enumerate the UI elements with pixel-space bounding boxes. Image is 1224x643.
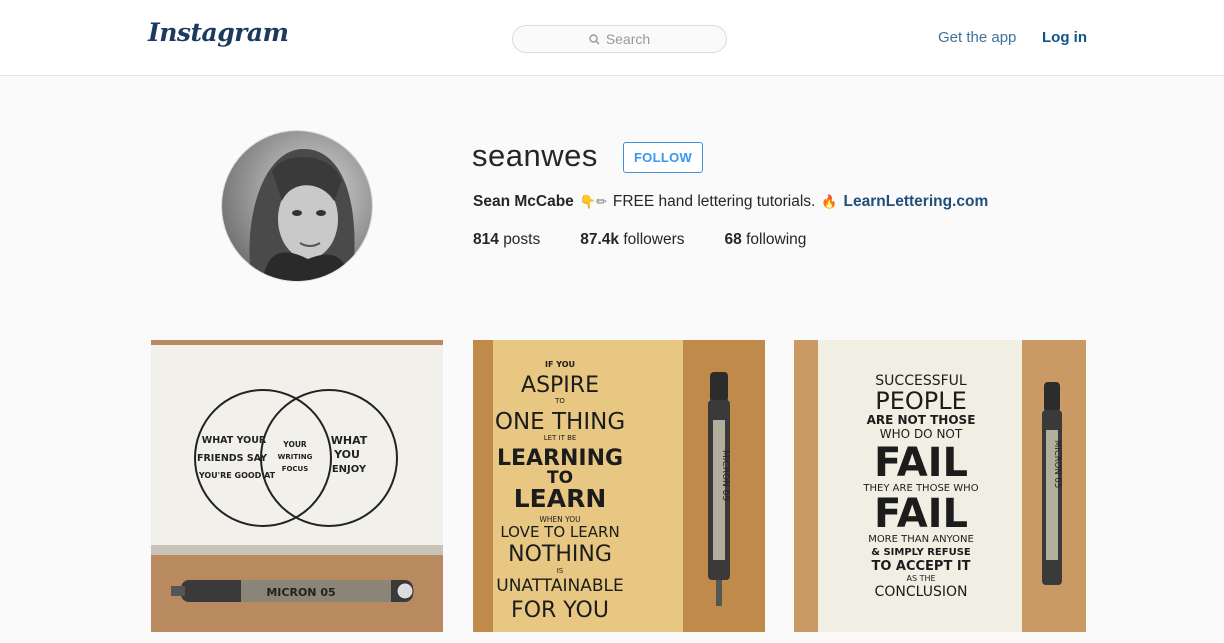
venn-left-line-2: FRIENDS SAY [197,453,267,464]
poster-line-4: ONE THING [495,409,625,435]
profile-bio: Sean McCabe 👇✏ FREE hand lettering tutor… [473,193,988,211]
top-navigation-bar: Instagram Search Get the app Log in [0,0,1224,76]
poster-line-11: AS THE [906,574,935,583]
pen-icon: MICRON 05 [171,580,414,602]
stat-followers-count: 87.4k [580,231,620,248]
bio-text: FREE hand lettering tutorials. [612,193,816,210]
search-placeholder-group: Search [513,26,726,52]
pen-label: MICRON 05 [266,586,335,599]
profile-stats: 814 posts 87.4k followers 68 following [473,231,846,249]
stat-posts-count: 814 [473,231,499,248]
poster-line-5: LET IT BE [544,434,577,442]
post-thumbnail-successful[interactable]: SUCCESSFUL PEOPLE ARE NOT THOSE WHO DO N… [794,340,1086,632]
stat-posts-label: posts [503,231,541,248]
venn-left-line-1: WHAT YOUR [202,435,267,446]
venn-center-line-2: WRITING [278,453,313,461]
bio-fire-emoji: 🔥 [821,194,838,209]
poster-line-1: IF YOU [545,360,575,369]
poster-line-13: UNATTAINABLE [496,576,623,596]
profile-username: seanwes [472,138,598,173]
stat-followers[interactable]: 87.4k followers [580,231,684,249]
poster-line-9: & SIMPLY REFUSE [871,547,971,558]
search-input[interactable]: Search [512,25,727,53]
stat-following-count: 68 [724,231,742,248]
profile-full-name: Sean McCabe [473,193,574,210]
poster-line-4: WHO DO NOT [880,427,963,441]
poster-line-12: CONCLUSION [875,584,968,600]
post-thumbnail-venn[interactable]: WHAT YOUR FRIENDS SAY YOU'RE GOOD AT YOU… [151,340,443,632]
poster-line-2: ASPIRE [521,373,599,398]
poster-line-14: FOR YOU [511,598,609,623]
poster-line-3: ARE NOT THOSE [867,413,976,427]
stat-following[interactable]: 68 following [725,231,807,249]
bio-website-link[interactable]: LearnLettering.com [844,193,989,211]
poster-line-10: TO ACCEPT IT [871,559,970,574]
stat-following-label: following [746,231,807,248]
pen-icon: MICRON 05 [708,372,730,606]
poster-line-12: IS [557,567,564,575]
follow-button[interactable]: FOLLOW [623,142,703,173]
profile-avatar [221,130,373,282]
bio-emojis: 👇✏ [579,194,607,209]
poster-line-11: NOTHING [508,542,612,567]
log-in-link[interactable]: Log in [1042,29,1087,46]
venn-center-line-1: YOUR [282,440,307,449]
poster-line-7: FAIL [874,491,968,537]
venn-center-line-3: FOCUS [282,465,309,473]
stat-followers-label: followers [623,231,685,248]
poster-line-8: LEARN [514,484,607,513]
post-thumbnail-aspire[interactable]: IF YOU ASPIRE TO ONE THING LET IT BE LEA… [473,340,765,632]
poster-line-2: PEOPLE [875,387,967,415]
venn-right-line-2: YOU [333,448,360,461]
venn-right-line-3: ENJOY [332,464,367,475]
instagram-logo[interactable]: Instagram [148,18,289,47]
search-icon [589,33,600,45]
venn-right-line-1: WHAT [331,434,368,447]
venn-left-line-3: YOU'RE GOOD AT [198,471,276,480]
pen-label: MICRON 05 [720,450,730,501]
poster-line-5: FAIL [874,440,968,486]
search-placeholder: Search [605,31,651,47]
poster-line-3: TO [554,397,565,405]
poster-line-8: MORE THAN ANYONE [868,534,974,545]
pen-label: MICRON 05 [1052,440,1062,488]
stat-posts: 814 posts [473,231,540,249]
poster-line-10: LOVE TO LEARN [500,523,619,541]
get-the-app-link[interactable]: Get the app [938,29,1016,46]
pen-icon: MICRON 05 [1042,382,1062,585]
